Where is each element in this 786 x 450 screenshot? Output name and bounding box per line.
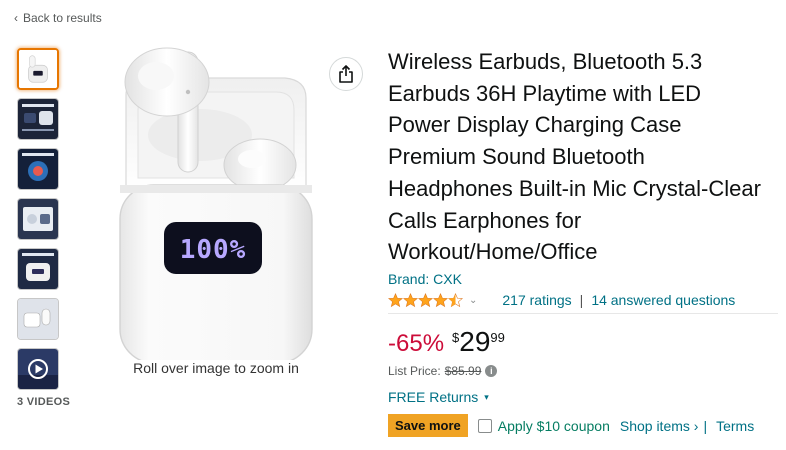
coupon-row: Save more Apply $10 coupon Shop items › …	[388, 414, 754, 437]
thumbnail-3[interactable]	[17, 148, 59, 190]
chevron-left-icon: ‹	[14, 11, 18, 25]
earbuds-case-thumb-image	[19, 50, 57, 88]
thumbnail-6[interactable]	[17, 298, 59, 340]
star-full-icon	[418, 292, 433, 307]
star-full-icon	[403, 292, 418, 307]
rating-row: ⌄ 217 ratings | 14 answered questions	[388, 289, 778, 311]
feature-thumb-image	[18, 299, 58, 339]
back-to-results-link[interactable]: ‹ Back to results	[14, 11, 102, 25]
feature-thumb-image	[18, 149, 58, 189]
back-label: Back to results	[23, 11, 102, 25]
terms-link[interactable]: Terms	[716, 418, 754, 434]
coupon-checkbox[interactable]	[477, 418, 492, 433]
price-whole: 29	[459, 326, 491, 357]
video-thumbnail[interactable]	[17, 348, 59, 390]
product-title: Wireless Earbuds, Bluetooth 5.3 Earbuds …	[388, 49, 761, 265]
video-thumb-image	[18, 349, 58, 389]
divider	[388, 313, 778, 314]
star-full-icon	[433, 292, 448, 307]
share-button[interactable]	[329, 57, 363, 91]
ratings-count-link[interactable]: 217 ratings	[502, 292, 571, 308]
thumbnail-5[interactable]	[17, 248, 59, 290]
thumbnail-2[interactable]	[17, 98, 59, 140]
separator: |	[703, 417, 708, 434]
chevron-down-icon: ▾	[484, 391, 489, 402]
price-currency: $	[452, 330, 460, 345]
star-half-icon	[448, 292, 463, 307]
list-price-label: List Price:	[388, 364, 441, 378]
star-rating[interactable]	[388, 292, 463, 308]
zoom-hint: Roll over image to zoom in	[133, 360, 299, 376]
price: $ 29 99	[452, 326, 505, 358]
price-row: -65% $ 29 99	[388, 326, 505, 358]
share-icon	[339, 65, 353, 83]
coupon-label[interactable]: Apply $10 coupon	[498, 418, 610, 434]
main-product-image[interactable]: 100%	[100, 40, 330, 360]
feature-thumb-image	[18, 199, 58, 239]
feature-thumb-image	[18, 249, 58, 289]
answered-questions-link[interactable]: 14 answered questions	[591, 292, 735, 308]
shop-items-link[interactable]: Shop items ›	[620, 418, 699, 434]
discount-percent: -65%	[388, 330, 445, 357]
free-returns-label: FREE Returns	[388, 389, 479, 405]
info-icon[interactable]: i	[485, 365, 498, 377]
thumbnail-4[interactable]	[17, 198, 59, 240]
star-full-icon	[388, 292, 403, 307]
free-returns-link[interactable]: FREE Returns ▾	[388, 389, 489, 405]
price-fraction: 99	[490, 330, 505, 345]
thumbnail-1[interactable]	[17, 48, 59, 90]
separator: |	[579, 292, 584, 308]
led-percentage: 100%	[180, 235, 247, 265]
videos-count-label[interactable]: 3 VIDEOS	[17, 396, 70, 408]
chevron-down-icon[interactable]: ⌄	[469, 295, 477, 306]
feature-thumb-image	[18, 99, 58, 139]
list-price-value: $85.99	[444, 364, 482, 378]
save-more-badge: Save more	[388, 414, 468, 437]
list-price-row: List Price: $85.99 i	[388, 364, 498, 378]
brand-link[interactable]: Brand: CXK	[388, 271, 462, 287]
